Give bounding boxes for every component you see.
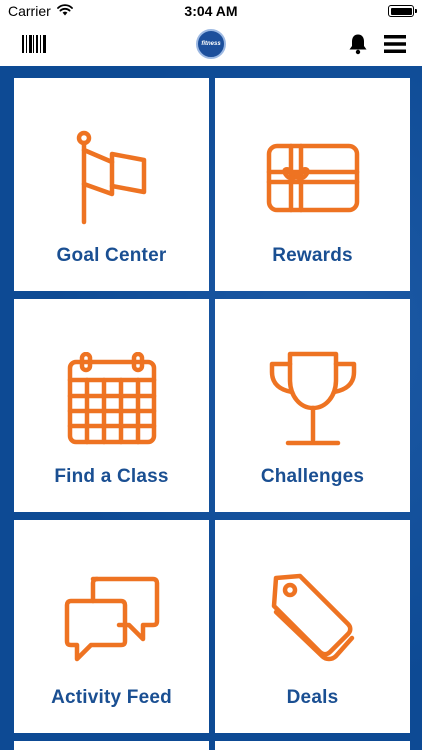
status-left: Carrier <box>8 3 73 19</box>
battery-icon <box>388 5 417 17</box>
hamburger-menu-icon[interactable] <box>384 35 406 53</box>
tile-find-a-class[interactable]: Find a Class <box>14 299 209 512</box>
wifi-icon <box>56 3 73 19</box>
tile-label: Goal Center <box>56 245 167 266</box>
tile-label: Rewards <box>272 245 353 266</box>
flag-icon <box>72 128 152 228</box>
chat-bubbles-icon <box>63 570 161 670</box>
tile-partial[interactable] <box>14 741 209 750</box>
tile-deals[interactable]: Deals <box>215 520 410 733</box>
tile-partial[interactable] <box>215 741 410 750</box>
price-tags-icon <box>270 570 356 670</box>
tile-label: Challenges <box>260 466 365 487</box>
status-bar: Carrier 3:04 AM <box>0 0 422 22</box>
tile-rewards[interactable]: Rewards <box>215 78 410 291</box>
calendar-icon <box>66 349 158 449</box>
tile-label: Find a Class <box>54 466 169 487</box>
app-logo: fitness <box>196 29 226 59</box>
barcode-icon[interactable] <box>22 35 46 53</box>
bell-icon[interactable] <box>348 33 368 55</box>
gift-card-icon <box>265 128 361 228</box>
tile-label: Deals <box>286 687 339 708</box>
carrier-label: Carrier <box>8 3 51 19</box>
tile-goal-center[interactable]: Goal Center <box>14 78 209 291</box>
nav-bar: fitness <box>0 22 422 66</box>
tile-label: Activity Feed <box>51 687 172 708</box>
tile-activity-feed[interactable]: Activity Feed <box>14 520 209 733</box>
logo-text: fitness <box>201 41 221 47</box>
trophy-icon <box>268 349 358 449</box>
nav-right <box>348 33 406 55</box>
dashboard-grid: Goal Center Rewards Find a Class Challen… <box>0 66 422 750</box>
tile-challenges[interactable]: Challenges <box>215 299 410 512</box>
